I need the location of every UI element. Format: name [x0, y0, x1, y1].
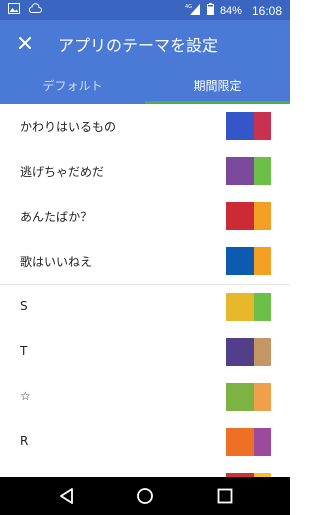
theme-color-swatch	[226, 383, 271, 411]
theme-label: あんたばか？	[20, 210, 93, 224]
status-bar: 4G 84% 16:08	[0, 0, 290, 20]
close-button[interactable]	[10, 28, 40, 58]
primary-color	[226, 157, 254, 185]
home-icon	[137, 488, 153, 504]
primary-color	[226, 112, 254, 140]
accent-color	[254, 293, 271, 321]
close-icon	[19, 37, 31, 49]
tab-label: デフォルト	[42, 78, 103, 93]
primary-color	[226, 428, 254, 456]
theme-color-swatch	[226, 428, 271, 456]
theme-item[interactable]: T	[0, 330, 290, 375]
cloud-icon	[28, 3, 42, 17]
back-button[interactable]	[56, 486, 78, 506]
battery-percent: 84%	[219, 4, 242, 17]
accent-color	[254, 428, 271, 456]
accent-color	[254, 247, 271, 275]
battery-icon	[206, 3, 214, 18]
image-icon	[8, 3, 20, 17]
theme-item[interactable]: S	[0, 285, 290, 330]
home-button[interactable]	[134, 486, 156, 506]
theme-item[interactable]: 逃げちゃだめだ	[0, 149, 290, 194]
tab-default[interactable]: デフォルト	[0, 66, 145, 104]
network-label: 4G	[185, 4, 192, 10]
theme-label: 逃げちゃだめだ	[20, 165, 105, 179]
primary-color	[226, 338, 254, 366]
theme-color-swatch	[226, 293, 271, 321]
tab-bar: デフォルト 期間限定	[0, 66, 290, 104]
navigation-bar	[0, 477, 290, 515]
theme-item[interactable]: かわりはいるもの	[0, 104, 290, 149]
accent-color	[254, 112, 271, 140]
theme-item[interactable]: 歌はいいねえ	[0, 239, 290, 284]
theme-color-swatch	[226, 338, 271, 366]
primary-color	[226, 202, 254, 230]
theme-label: T	[20, 344, 28, 358]
theme-label: ☆	[20, 389, 31, 403]
theme-item[interactable]: ☆	[0, 375, 290, 420]
primary-color	[226, 247, 254, 275]
theme-list: かわりはいるもの 逃げちゃだめだ あんたばか？ 歌はいいねえ S T ☆ R	[0, 104, 290, 510]
primary-color	[226, 383, 254, 411]
theme-color-swatch	[226, 247, 271, 275]
back-icon	[60, 488, 73, 504]
theme-label: かわりはいるもの	[20, 120, 117, 134]
theme-color-swatch	[226, 112, 271, 140]
theme-label: R	[20, 434, 29, 448]
primary-color	[226, 293, 254, 321]
theme-item[interactable]: あんたばか？	[0, 194, 290, 239]
accent-color	[254, 383, 271, 411]
accent-color	[254, 157, 271, 185]
accent-color	[254, 338, 271, 366]
page-title: アプリのテーマを設定	[58, 36, 219, 55]
theme-item[interactable]: R	[0, 420, 290, 465]
theme-label: S	[20, 299, 28, 313]
recents-button[interactable]	[214, 486, 236, 506]
tab-label: 期間限定	[193, 78, 242, 93]
recents-icon	[217, 488, 233, 504]
theme-color-swatch	[226, 157, 271, 185]
accent-color	[254, 202, 271, 230]
signal-icon: 4G	[185, 3, 201, 18]
theme-color-swatch	[226, 202, 271, 230]
tab-limited-time[interactable]: 期間限定	[145, 66, 290, 104]
app-bar: アプリのテーマを設定	[0, 20, 290, 66]
theme-label: 歌はいいねえ	[20, 255, 93, 269]
clock: 16:08	[251, 3, 282, 18]
